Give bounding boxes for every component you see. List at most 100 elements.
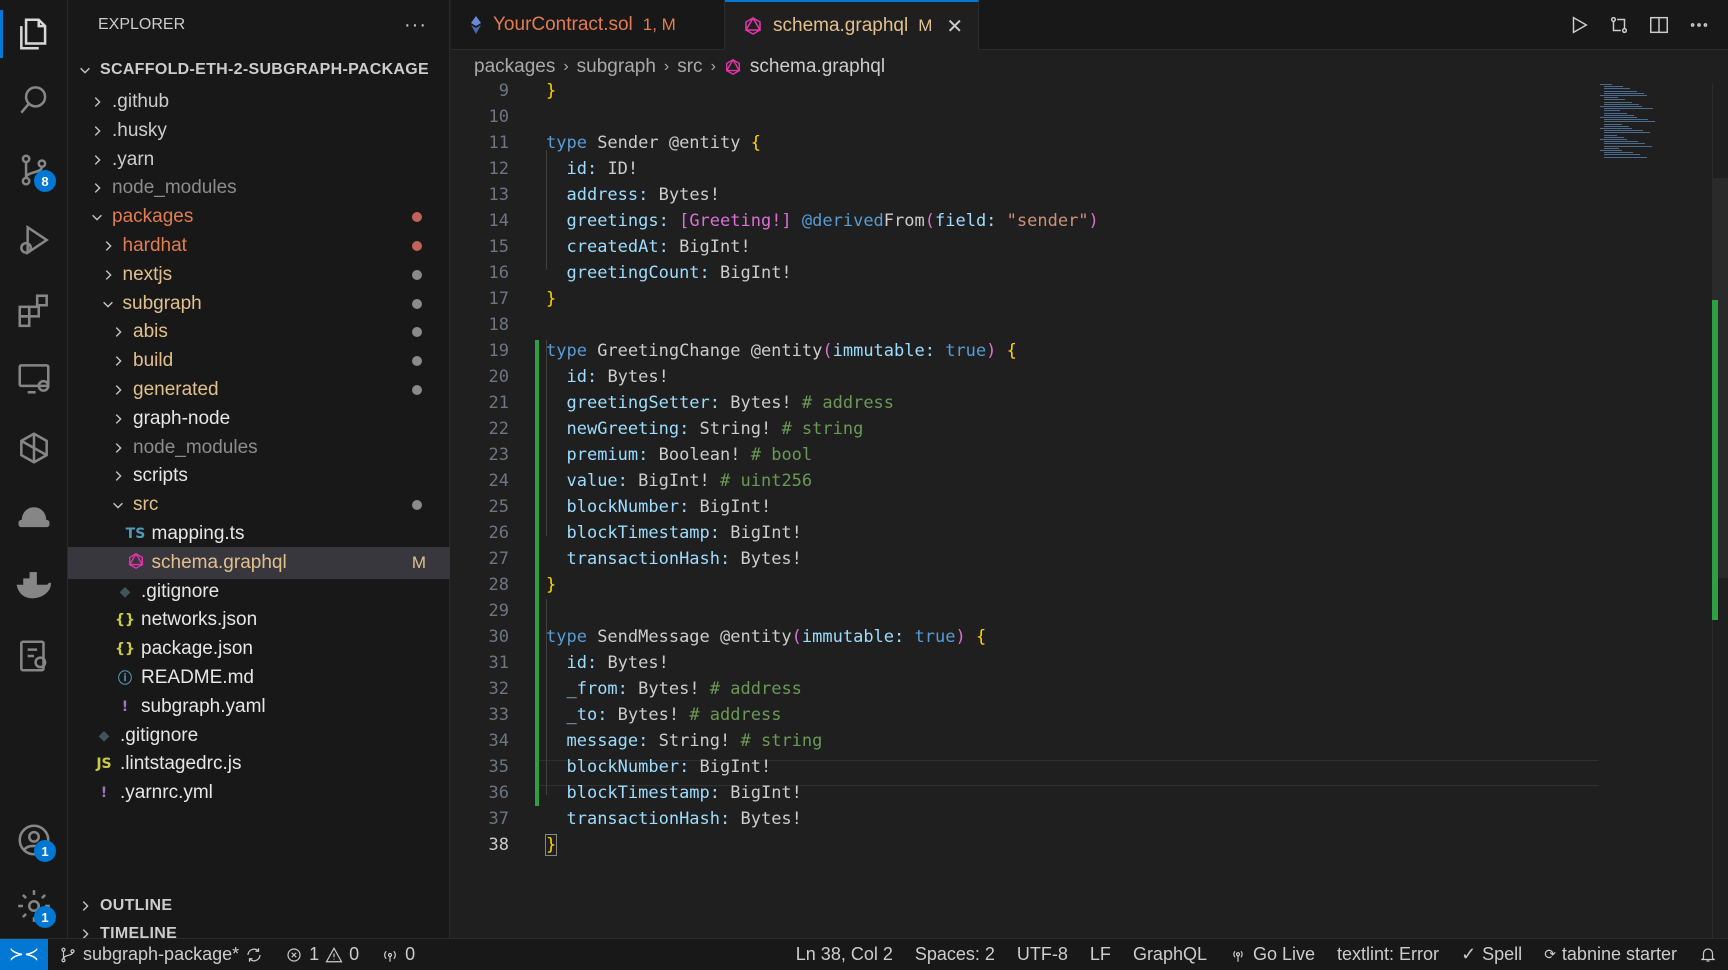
tree-file[interactable]: ◆ .gitignore xyxy=(68,720,450,752)
breadcrumb-item[interactable]: subgraph xyxy=(577,56,656,78)
chevron-down-icon xyxy=(88,208,106,226)
remote-explorer-activity-button[interactable] xyxy=(0,350,68,406)
spell-label: Spell xyxy=(1482,944,1523,964)
tree-item-label: package.json xyxy=(141,638,253,660)
minimap-line xyxy=(1600,95,1647,96)
tree-folder[interactable]: build xyxy=(68,345,450,377)
explorer-more-actions-button[interactable]: ··· xyxy=(404,14,427,37)
line-number: 28 xyxy=(488,575,509,595)
tree-item-label: scripts xyxy=(133,465,188,487)
breadcrumb-item[interactable]: src xyxy=(677,56,702,78)
run-debug-activity-button[interactable] xyxy=(0,212,68,268)
spell-status[interactable]: ✓ Spell xyxy=(1450,944,1533,965)
remote-indicator[interactable]: ≻≺ xyxy=(0,938,48,970)
tree-folder[interactable]: scripts xyxy=(68,460,450,492)
code-editor[interactable]: 9} 10 11 type Sender @entity { 12 id: ID!… xyxy=(451,81,1728,938)
gitlens-activity-button[interactable] xyxy=(0,628,68,684)
encoding-status[interactable]: UTF-8 xyxy=(1006,944,1079,965)
accounts-button[interactable]: 1 xyxy=(0,812,68,868)
compare-changes-icon[interactable] xyxy=(1608,14,1630,36)
branch-status[interactable]: subgraph-package* xyxy=(48,944,274,965)
sync-icon[interactable] xyxy=(245,946,263,964)
split-editor-icon[interactable] xyxy=(1648,14,1670,36)
minimap-line xyxy=(1600,84,1612,85)
ports-status[interactable]: 0 xyxy=(370,944,426,965)
cursor-position[interactable]: Ln 38, Col 2 xyxy=(785,944,904,965)
chevron-right-icon xyxy=(109,323,127,341)
workspace-root[interactable]: SCAFFOLD-ETH-2-SUBGRAPH-PACKAGE xyxy=(68,54,450,86)
tree-folder[interactable]: src xyxy=(68,489,450,521)
go-live-label: Go Live xyxy=(1252,944,1316,964)
textlint-status[interactable]: textlint: Error xyxy=(1326,944,1450,965)
modified-dot xyxy=(412,327,422,338)
explorer-activity-button[interactable] xyxy=(0,6,68,62)
tab-schema-graphql[interactable]: schema.graphql M ✕ xyxy=(725,0,979,50)
tree-file[interactable]: {} networks.json xyxy=(68,604,450,636)
ports-count: 0 xyxy=(405,944,416,964)
run-icon[interactable] xyxy=(1568,14,1590,36)
tabnine-status[interactable]: ⟳ tabnine starter xyxy=(1533,944,1688,965)
line-number: 38 xyxy=(488,835,509,855)
manage-settings-button[interactable]: 1 xyxy=(0,878,68,934)
modified-dot xyxy=(412,269,422,280)
tree-file[interactable]: ◆ .gitignore xyxy=(68,576,450,608)
tree-folder[interactable]: graph-node xyxy=(68,403,450,435)
tree-file[interactable]: schema.graphql M xyxy=(68,546,450,579)
problems-status[interactable]: 1 0 xyxy=(274,944,370,965)
extensions-activity-button[interactable] xyxy=(0,282,68,338)
indentation-status[interactable]: Spaces: 2 xyxy=(904,944,1006,965)
minimap-line xyxy=(1604,92,1644,94)
tree-item-label: nextjs xyxy=(122,263,173,285)
error-count: 1 xyxy=(309,944,320,964)
tree-folder[interactable]: .github xyxy=(68,86,450,118)
tree-item-label: .husky xyxy=(112,119,167,141)
tree-folder[interactable]: .yarn xyxy=(68,144,450,176)
tree-item-label: abis xyxy=(133,321,168,343)
hardhat-activity-button[interactable] xyxy=(0,420,68,476)
graphql-file-icon xyxy=(724,58,742,76)
tab-yourcontract-sol[interactable]: YourContract.sol 1, M xyxy=(451,0,725,50)
go-live-button[interactable]: Go Live xyxy=(1218,944,1326,965)
source-control-activity-button[interactable]: 8 xyxy=(0,142,68,198)
tree-folder[interactable]: node_modules xyxy=(68,172,450,204)
tree-file[interactable]: ! subgraph.yaml xyxy=(68,691,450,723)
tree-file[interactable]: JS .lintstagedrc.js xyxy=(68,748,450,780)
bell-icon xyxy=(1700,947,1716,962)
tree-folder[interactable]: .husky xyxy=(68,115,450,147)
search-activity-button[interactable] xyxy=(0,72,68,128)
tree-folder[interactable]: abis xyxy=(68,316,450,348)
breadcrumb-item[interactable]: packages xyxy=(474,56,555,78)
tree-folder[interactable]: nextjs xyxy=(68,259,450,291)
tree-folder[interactable]: node_modules xyxy=(68,432,450,464)
line-number: 18 xyxy=(488,315,509,335)
tree-file[interactable]: ⓘ README.md xyxy=(68,662,450,694)
tree-file[interactable]: {} package.json xyxy=(68,633,450,665)
editor-actions xyxy=(1568,0,1710,50)
tabnine-label: tabnine starter xyxy=(1561,944,1677,964)
line-number: 35 xyxy=(488,757,509,777)
tree-folder[interactable]: hardhat xyxy=(68,230,450,262)
minimap-line xyxy=(1604,134,1617,136)
chevron-right-icon xyxy=(88,179,106,197)
tree-folder[interactable]: packages xyxy=(68,201,450,233)
close-icon[interactable]: ✕ xyxy=(946,14,963,39)
more-actions-icon[interactable] xyxy=(1688,14,1710,36)
notifications-button[interactable] xyxy=(1688,946,1728,964)
language-mode[interactable]: GraphQL xyxy=(1122,944,1218,965)
line-number: 12 xyxy=(488,159,509,179)
tree-file[interactable]: TS mapping.ts xyxy=(68,518,450,550)
line-number: 30 xyxy=(488,627,509,647)
docker-activity-button[interactable] xyxy=(0,558,68,614)
tabnine-activity-button[interactable] xyxy=(0,490,68,546)
tree-folder[interactable]: subgraph xyxy=(68,288,450,320)
minimap[interactable] xyxy=(1600,84,1710,164)
tree-item-label: .github xyxy=(112,91,170,112)
chevron-down-icon xyxy=(109,496,127,514)
eol-status[interactable]: LF xyxy=(1079,944,1122,965)
chevron-right-icon xyxy=(109,467,127,485)
docker-icon xyxy=(16,572,52,599)
error-icon xyxy=(287,947,301,962)
breadcrumb-item[interactable]: schema.graphql xyxy=(750,56,885,78)
tree-folder[interactable]: generated xyxy=(68,374,450,406)
tree-file[interactable]: ! .yarnrc.yml xyxy=(68,777,450,809)
